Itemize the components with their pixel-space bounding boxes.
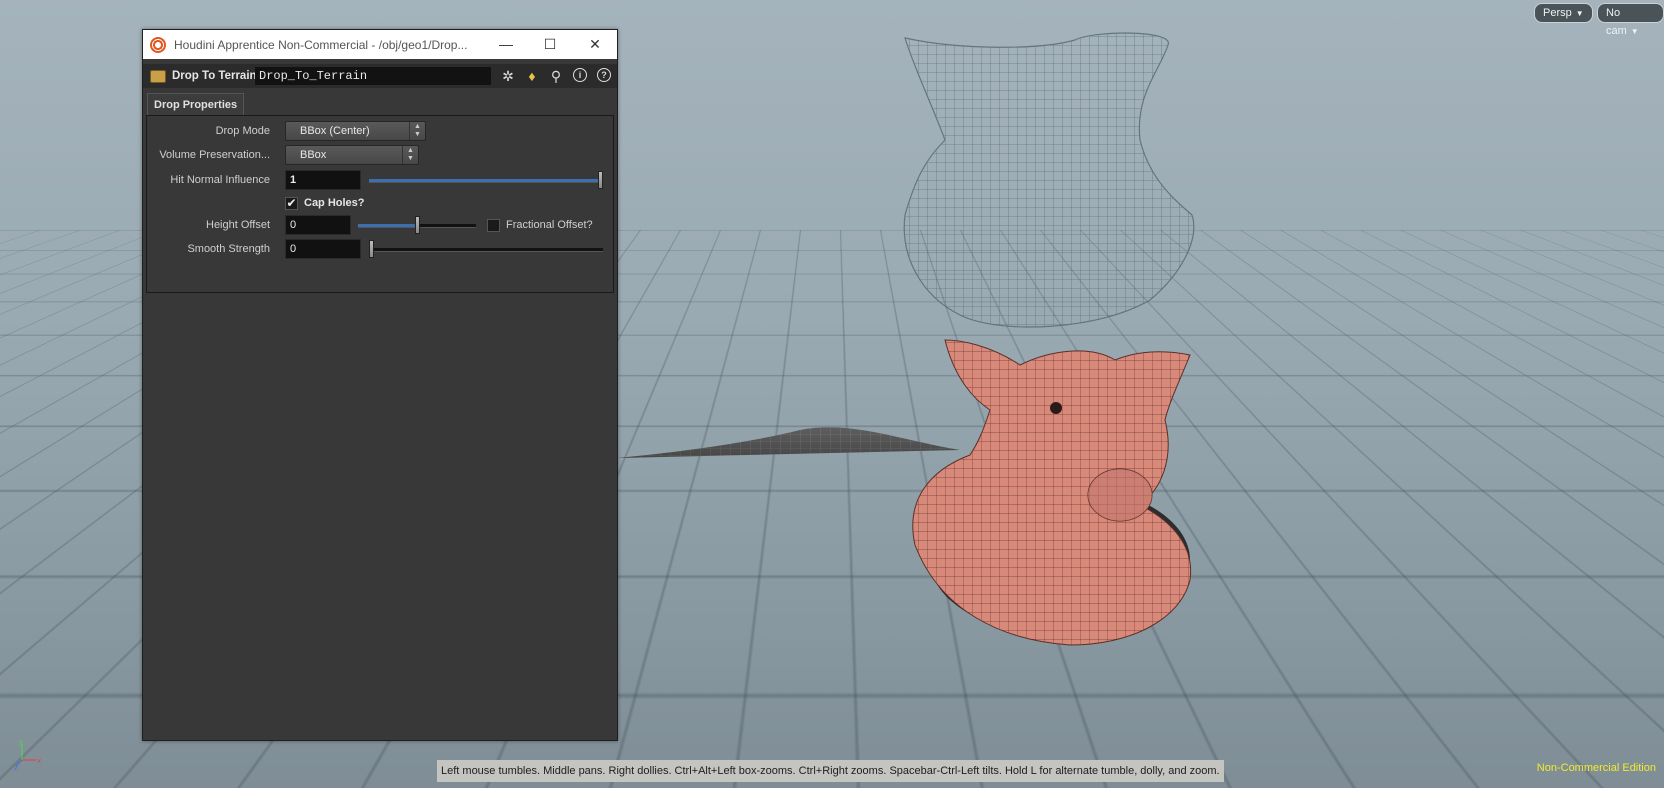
height-offset-label: Height Offset xyxy=(206,219,270,231)
persp-label: Persp xyxy=(1543,7,1572,19)
viewport-status-message: Left mouse tumbles. Middle pans. Right d… xyxy=(437,760,1224,782)
node-name-input[interactable] xyxy=(255,67,491,85)
axis-label-y: y xyxy=(19,740,23,746)
param-row-cap-holes: ✔ Cap Holes? xyxy=(147,192,613,214)
volume-preservation-label: Volume Preservation... xyxy=(159,149,270,161)
houdini-logo-icon xyxy=(150,36,166,53)
param-row-volume-preservation: Volume Preservation... BBox ▲ ▼ xyxy=(147,144,613,166)
close-button[interactable]: ✕ xyxy=(573,30,617,59)
smooth-strength-field[interactable]: 0 xyxy=(285,239,361,259)
param-row-drop-mode: Drop Mode BBox (Center) ▲ ▼ xyxy=(147,120,613,142)
hit-normal-influence-label: Hit Normal Influence xyxy=(170,174,270,186)
python-icon[interactable]: ♦ xyxy=(523,67,541,85)
drop-mode-label: Drop Mode xyxy=(215,125,270,137)
search-icon[interactable]: ⚲ xyxy=(547,67,565,85)
help-glyph: ? xyxy=(597,68,611,82)
fractional-offset-checkbox[interactable] xyxy=(487,219,500,232)
parameter-window: Houdini Apprentice Non-Commercial - /obj… xyxy=(142,29,618,741)
param-row-hit-normal-influence: Hit Normal Influence 1 xyxy=(147,169,613,191)
height-offset-slider[interactable] xyxy=(358,216,476,234)
persp-menu-button[interactable]: Persp ▼ xyxy=(1534,3,1593,23)
slider-fill xyxy=(369,179,598,182)
chevron-down-icon: ▼ xyxy=(1630,27,1639,36)
tab-drop-properties[interactable]: Drop Properties xyxy=(147,93,245,116)
camera-menu-button[interactable]: No cam ▼ xyxy=(1597,3,1664,37)
axis-gizmo: y x z xyxy=(14,740,41,770)
help-icon[interactable]: ? xyxy=(595,67,613,85)
wireframe-pig-head xyxy=(903,32,1195,328)
node-type-icon xyxy=(150,69,166,83)
height-offset-field[interactable]: 0 xyxy=(285,215,351,235)
smooth-strength-label: Smooth Strength xyxy=(187,243,270,255)
chevron-down-icon: ▼ xyxy=(1575,9,1584,18)
maximize-button[interactable]: ☐ xyxy=(528,30,572,59)
smooth-strength-slider[interactable] xyxy=(369,240,603,258)
camera-label: No cam xyxy=(1606,7,1627,37)
updown-arrows-icon: ▲ ▼ xyxy=(402,146,418,164)
param-row-smooth-strength: Smooth Strength 0 xyxy=(147,238,613,260)
slider-handle[interactable] xyxy=(369,240,374,258)
drop-mode-value: BBox (Center) xyxy=(300,125,370,137)
info-icon[interactable]: i xyxy=(571,67,589,85)
axis-label-x: x xyxy=(37,757,41,765)
fractional-offset-label: Fractional Offset? xyxy=(506,219,593,231)
minimize-button[interactable]: — xyxy=(484,30,528,59)
updown-arrows-icon: ▲ ▼ xyxy=(409,122,425,140)
drop-properties-panel: Drop Mode BBox (Center) ▲ ▼ Volume Preser… xyxy=(146,115,614,293)
slider-handle[interactable] xyxy=(415,216,420,234)
axis-label-z: z xyxy=(14,764,18,770)
cap-holes-checkbox[interactable]: ✔ xyxy=(285,197,298,210)
pig-head-model xyxy=(912,339,1192,646)
hit-normal-influence-slider[interactable] xyxy=(369,171,603,189)
gear-icon[interactable]: ✲ xyxy=(499,67,517,85)
cap-holes-label: Cap Holes? xyxy=(304,197,365,209)
drop-mode-dropdown[interactable]: BBox (Center) ▲ ▼ xyxy=(285,121,426,141)
info-glyph: i xyxy=(573,68,587,82)
node-type-label: Drop To Terrain xyxy=(172,70,257,82)
window-title: Houdini Apprentice Non-Commercial - /obj… xyxy=(174,37,468,52)
volume-preservation-dropdown[interactable]: BBox ▲ ▼ xyxy=(285,145,419,165)
param-row-height-offset: Height Offset 0 Fractional Offset? xyxy=(147,214,613,236)
node-toolbar: Drop To Terrain ✲ ♦ ⚲ i ? xyxy=(143,64,617,88)
hit-normal-influence-field[interactable]: 1 xyxy=(285,170,361,190)
slider-handle[interactable] xyxy=(598,171,603,189)
non-commercial-label: Non-Commercial Edition xyxy=(1536,762,1656,774)
volume-preservation-value: BBox xyxy=(300,149,327,161)
slider-fill xyxy=(358,224,415,227)
window-titlebar[interactable]: Houdini Apprentice Non-Commercial - /obj… xyxy=(143,30,617,59)
